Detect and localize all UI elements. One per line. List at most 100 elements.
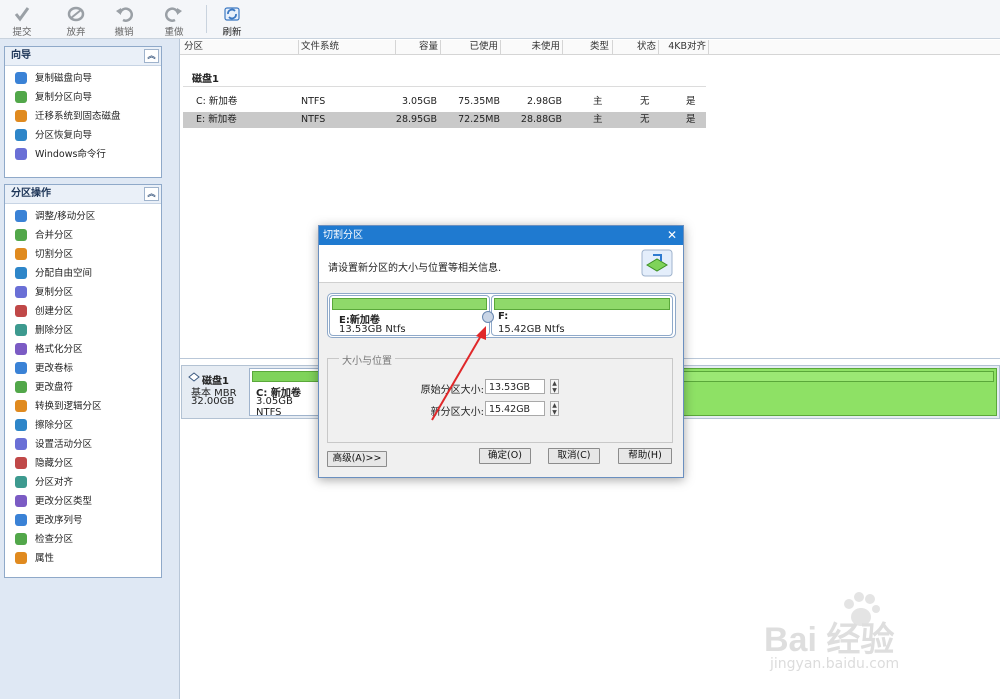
undo-icon (116, 7, 133, 22)
wizard-panel-title: 向导 (11, 50, 31, 61)
redo-label: 重做 (164, 27, 184, 38)
refresh-button[interactable]: 刷新 (212, 2, 252, 38)
copy-partition-icon (15, 91, 27, 103)
table-row[interactable]: E: 新加卷 NTFS 28.95GB 72.25MB 28.88GB 主 无 … (183, 112, 706, 128)
sidebar-item[interactable]: 复制分区 (5, 283, 161, 302)
ops-panel: 分区操作 ︽ 调整/移动分区合并分区切割分区分配自由空间 复制分区创建分区 删除分区… (4, 184, 162, 578)
wizard-panel-header: 向导 ︽ (5, 47, 161, 66)
cell-partition: E: 新加卷 (196, 114, 237, 125)
watermark-url: jingyan.baidu.com (770, 656, 900, 672)
col-capacity[interactable]: 容量 (398, 40, 441, 54)
sidebar-item[interactable]: 更改序列号 (5, 511, 161, 530)
disk-size: 32.00GB (191, 396, 235, 407)
col-partition[interactable]: 分区 (184, 40, 299, 54)
partition-op-icon (15, 229, 27, 241)
partition-block-c[interactable]: C: 新加卷 3.05GB NTFS (249, 368, 321, 418)
copy-disk-icon (15, 72, 27, 84)
sidebar-item-label: 复制分区 (35, 287, 74, 298)
sidebar-item[interactable]: 隐藏分区 (5, 454, 161, 473)
sidebar-item[interactable]: 设置活动分区 (5, 435, 161, 454)
sidebar-item[interactable]: 创建分区 (5, 302, 161, 321)
col-filesystem[interactable]: 文件系统 (301, 40, 396, 54)
checkmark-icon (14, 7, 30, 22)
partition-op-icon (15, 305, 27, 317)
disk-info[interactable]: 磁盘1 基本 MBR 32.00GB (186, 370, 246, 414)
orig-size-spinner[interactable]: ▲ ▼ (550, 379, 559, 394)
right-partition-info: 15.42GB Ntfs (498, 324, 565, 335)
partition-c-info: 3.05GB NTFS (256, 396, 293, 418)
discard-icon (67, 6, 85, 22)
cell-fs: NTFS (301, 114, 326, 125)
partition-op-icon (15, 552, 27, 564)
partition-op-icon (15, 476, 27, 488)
sidebar-item[interactable]: 调整/移动分区 (5, 207, 161, 226)
preview-right-partition[interactable]: F: 15.42GB Ntfs (491, 295, 673, 336)
sidebar-item[interactable]: 属性 (5, 549, 161, 568)
collapse-icon[interactable]: ︽ (144, 49, 159, 63)
usage-bar (252, 371, 320, 382)
partition-op-icon (15, 210, 27, 222)
sidebar-item[interactable]: 检查分区 (5, 530, 161, 549)
dialog-info-text: 请设置新分区的大小与位置等相关信息. (328, 263, 502, 274)
help-button[interactable]: 帮助(H) (618, 448, 672, 464)
wizard-panel: 向导 ︽ 复制磁盘向导复制分区向导迁移系统到固态磁盘 分区恢复向导 Windows命… (4, 46, 162, 178)
ok-button[interactable]: 确定(O) (479, 448, 531, 464)
sidebar-item[interactable]: 格式化分区 (5, 340, 161, 359)
sidebar-item[interactable]: 更改分区类型 (5, 492, 161, 511)
sidebar-item[interactable]: 分配自由空间 (5, 264, 161, 283)
cell-status: 无 (640, 96, 650, 107)
sidebar-item[interactable]: 合并分区 (5, 226, 161, 245)
close-icon[interactable]: ✕ (667, 226, 677, 245)
sidebar-item-label: 分配自由空间 (35, 268, 93, 279)
advanced-button[interactable]: 高级(A)>> (327, 451, 387, 467)
col-status[interactable]: 状态 (614, 40, 659, 54)
partition-op-icon (15, 533, 27, 545)
undo-label: 撤销 (114, 27, 134, 38)
sidebar-item[interactable]: 删除分区 (5, 321, 161, 340)
cell-align: 是 (686, 114, 696, 125)
group-title: 大小与位置 (339, 352, 395, 367)
cell-type: 主 (593, 96, 603, 107)
col-used[interactable]: 已使用 (442, 40, 501, 54)
sidebar-item-label: 切割分区 (35, 249, 74, 260)
sidebar-item-label: 设置活动分区 (35, 439, 93, 450)
sidebar-item[interactable]: 复制磁盘向导 (5, 69, 161, 88)
cancel-button[interactable]: 取消(C) (548, 448, 600, 464)
table-row[interactable]: C: 新加卷 NTFS 3.05GB 75.35MB 2.98GB 主 无 是 (183, 94, 706, 110)
sidebar-item-label: 复制分区向导 (35, 92, 93, 103)
partition-op-icon (15, 419, 27, 431)
sidebar-item[interactable]: 分区恢复向导 (5, 126, 161, 145)
disk-group-label: 磁盘1 (192, 74, 219, 85)
sidebar-item-label: 合并分区 (35, 230, 74, 241)
sidebar-item[interactable]: 复制分区向导 (5, 88, 161, 107)
sidebar-item-label: 隐藏分区 (35, 458, 74, 469)
cell-type: 主 (593, 114, 603, 125)
cmd-icon (15, 148, 27, 160)
partition-op-icon (15, 248, 27, 260)
col-type[interactable]: 类型 (564, 40, 613, 54)
sidebar-item[interactable]: 分区对齐 (5, 473, 161, 492)
ops-panel-title: 分区操作 (11, 188, 51, 199)
discard-button[interactable]: 放弃 (56, 2, 96, 38)
sidebar-item[interactable]: 迁移系统到固态磁盘 (5, 107, 161, 126)
col-4k-align[interactable]: 4KB对齐 (660, 40, 709, 54)
new-size-spinner[interactable]: ▲ ▼ (550, 401, 559, 416)
partition-op-icon (15, 438, 27, 450)
sidebar-item[interactable]: 转换到逻辑分区 (5, 397, 161, 416)
sidebar-item[interactable]: Windows命令行 (5, 145, 161, 164)
disk-icon (188, 372, 200, 382)
undo-button[interactable]: 撤销 (104, 2, 144, 38)
sidebar-item[interactable]: 更改卷标 (5, 359, 161, 378)
sidebar-item[interactable]: 切割分区 (5, 245, 161, 264)
baidu-watermark: Bai 经验 jingyan.baidu.com (764, 590, 984, 680)
sidebar-item-label: 更改序列号 (35, 515, 83, 526)
left-partition-info: 13.53GB Ntfs (339, 324, 406, 335)
col-free[interactable]: 未使用 (502, 40, 563, 54)
cell-fs: NTFS (301, 96, 326, 107)
redo-button[interactable]: 重做 (154, 2, 194, 38)
sidebar-item-label: 转换到逻辑分区 (35, 401, 102, 412)
submit-button[interactable]: 提交 (2, 2, 42, 38)
sidebar-item[interactable]: 更改盘符 (5, 378, 161, 397)
collapse-icon[interactable]: ︽ (144, 187, 159, 201)
sidebar-item[interactable]: 擦除分区 (5, 416, 161, 435)
